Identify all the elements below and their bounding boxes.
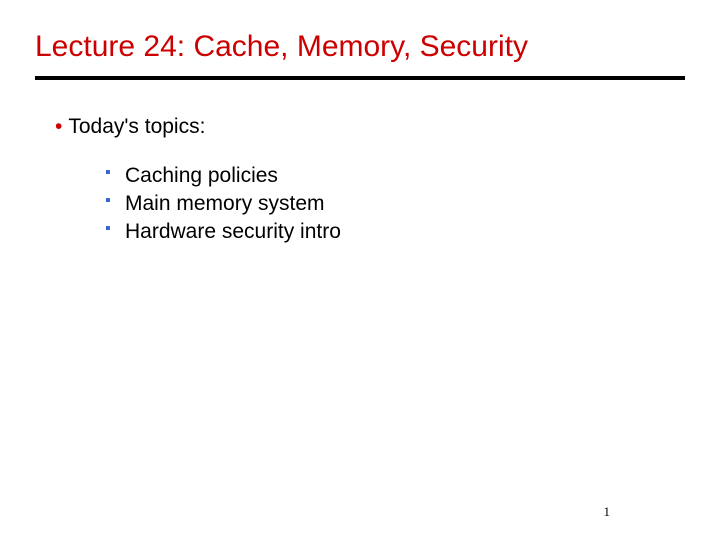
slide-title: Lecture 24: Cache, Memory, Security: [35, 30, 685, 64]
list-item: Caching policies: [105, 164, 685, 188]
slide-container: Lecture 24: Cache, Memory, Security • Tod…: [0, 0, 720, 540]
topics-header-text: Today's topics:: [68, 115, 205, 138]
subtopics-list: Caching policies Main memory system Hard…: [105, 164, 685, 244]
title-divider: [35, 76, 685, 80]
topics-header: • Today's topics:: [55, 115, 685, 139]
page-number: 1: [604, 504, 611, 520]
bullet-icon: •: [55, 115, 62, 138]
list-item: Hardware security intro: [105, 220, 685, 244]
list-item: Main memory system: [105, 192, 685, 216]
